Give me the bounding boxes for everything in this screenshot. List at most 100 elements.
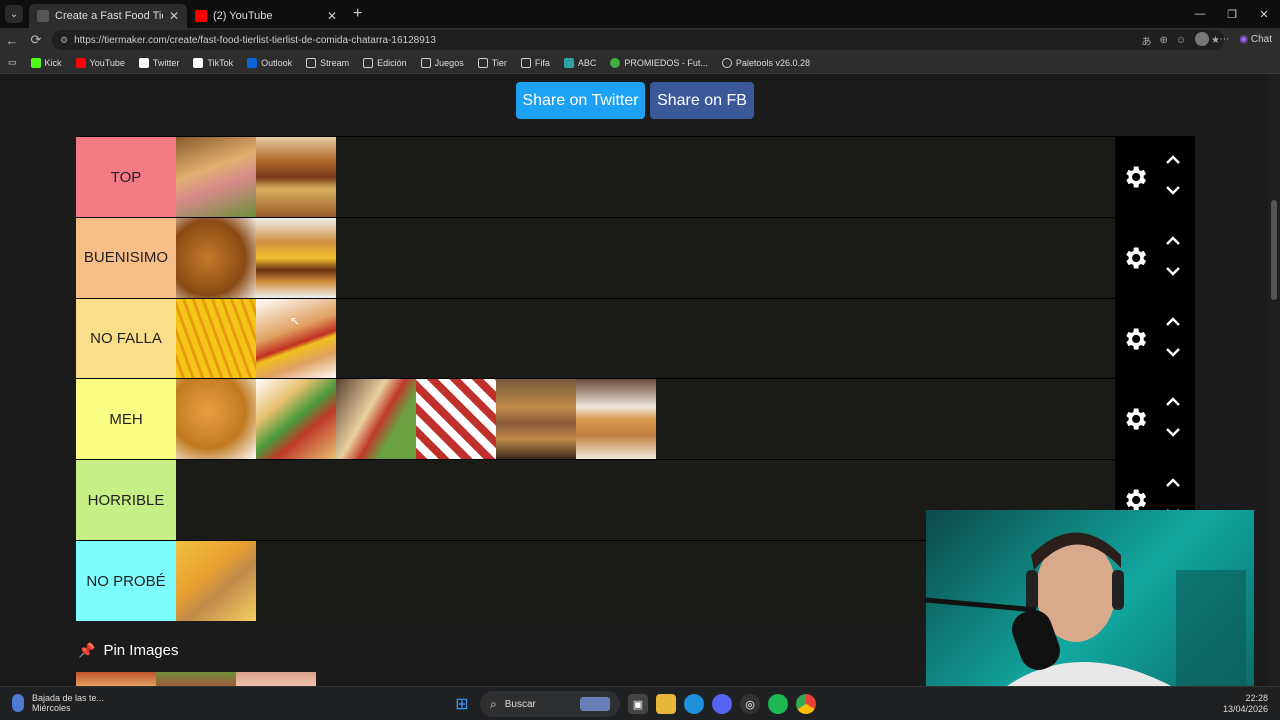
chevron-down-icon[interactable] <box>1163 264 1183 278</box>
gear-icon[interactable] <box>1121 163 1149 191</box>
tier-row: TOP <box>76 136 1195 217</box>
gear-icon[interactable] <box>1121 244 1149 272</box>
tier-label[interactable]: NO FALLA <box>76 298 176 379</box>
chicken-nuggets-image[interactable] <box>176 379 256 460</box>
site-info-icon[interactable]: ⚙ <box>60 35 68 46</box>
pulled-pork-sandwich-image[interactable] <box>496 379 576 460</box>
burger-image[interactable] <box>256 137 336 217</box>
bookmark-folder-fifa[interactable]: Fifa <box>520 57 550 68</box>
maximize-icon[interactable]: ❐ <box>1216 0 1248 28</box>
bookmark-abc[interactable]: ABC <box>563 57 596 68</box>
bookmark-label: Stream <box>320 57 350 68</box>
taskbar-apps: ⊞ ⌕ Buscar ▣ ◎ <box>452 691 816 717</box>
food-image[interactable] <box>236 672 316 686</box>
bookmark-folder-juegos[interactable]: Juegos <box>420 57 464 68</box>
minimize-icon[interactable]: — <box>1184 0 1216 28</box>
tab-actions-menu-icon[interactable]: ⌄ <box>5 5 23 23</box>
spotify-icon[interactable] <box>768 694 788 714</box>
chevron-up-icon[interactable] <box>1163 153 1183 167</box>
share-twitter-button[interactable]: Share on Twitter <box>516 82 645 119</box>
clock-time: 22:28 <box>1245 693 1268 703</box>
bookmark-promiedos[interactable]: PROMIEDOS - Fut... <box>610 57 708 68</box>
tier-label[interactable]: BUENISIMO <box>76 217 176 298</box>
pancakes-image[interactable] <box>576 379 656 460</box>
chevron-up-icon[interactable] <box>1163 395 1183 409</box>
bookmark-label: Twitter <box>152 57 180 68</box>
close-tab-icon[interactable]: ✕ <box>327 9 337 23</box>
file-explorer-icon[interactable] <box>656 694 676 714</box>
discord-icon[interactable] <box>712 694 732 714</box>
chevron-up-icon[interactable] <box>1163 315 1183 329</box>
share-fb-button[interactable]: Share on FB <box>650 82 754 119</box>
chevron-down-icon[interactable] <box>1163 345 1183 359</box>
folder-icon <box>420 57 431 68</box>
folder-icon <box>306 57 317 68</box>
copilot-chat-button[interactable]: ◉ Chat <box>1239 34 1272 45</box>
pin-images-header[interactable]: 📌 Pin Images <box>78 642 178 659</box>
kebab-image[interactable] <box>416 379 496 460</box>
fries-image[interactable] <box>176 298 256 379</box>
scrollbar-thumb[interactable] <box>1271 200 1277 300</box>
chevron-down-icon[interactable] <box>1163 183 1183 197</box>
profile-avatar[interactable] <box>1195 32 1210 46</box>
bookmarks-bar: ▭ Kick YouTube Twitter TikTok Outlook St… <box>0 52 1280 74</box>
windows-start-icon[interactable]: ⊞ <box>452 694 472 714</box>
kick-icon <box>30 57 41 68</box>
edge-icon[interactable] <box>684 694 704 714</box>
tier-label[interactable]: HORRIBLE <box>76 460 176 541</box>
chevron-up-icon[interactable] <box>1163 234 1183 248</box>
url-field[interactable]: ⚙ https://tiermaker.com/create/fast-food… <box>52 30 1224 50</box>
translate-icon[interactable]: あ <box>1141 33 1151 48</box>
folder-icon <box>363 57 374 68</box>
page-scrollbar[interactable] <box>1268 74 1280 686</box>
chevron-down-icon[interactable] <box>1163 425 1183 439</box>
tier-label[interactable]: TOP <box>76 137 176 217</box>
obs-icon[interactable]: ◎ <box>740 694 760 714</box>
sandwich-image[interactable] <box>176 137 256 217</box>
address-bar-row: ← ⟳ ⚙ https://tiermaker.com/create/fast-… <box>0 28 1280 52</box>
new-tab-icon[interactable]: + <box>353 5 362 23</box>
club-sandwich-fries-image[interactable] <box>176 541 256 621</box>
bookmark-youtube[interactable]: YouTube <box>75 57 125 68</box>
chrome-icon[interactable] <box>796 694 816 714</box>
bookmark-kick[interactable]: Kick <box>30 57 62 68</box>
back-icon[interactable]: ← <box>0 33 24 48</box>
burrito-image[interactable] <box>336 379 416 460</box>
tier-label[interactable]: MEH <box>76 379 176 460</box>
bookmark-folder-tier[interactable]: Tier <box>477 57 507 68</box>
bookmark-twitter[interactable]: Twitter <box>138 57 180 68</box>
close-window-icon[interactable]: ✕ <box>1248 0 1280 28</box>
tab-tiermaker[interactable]: Create a Fast Food Tierlist/Tierlist ✕ <box>29 4 187 28</box>
tier-items <box>176 137 336 217</box>
tier-label[interactable]: NO PROBÉ <box>76 541 176 621</box>
salad-image[interactable] <box>156 672 236 686</box>
bookmark-label: PROMIEDOS - Fut... <box>624 57 708 68</box>
pizza-image[interactable] <box>76 672 156 686</box>
bookmark-folder-edicion[interactable]: Edición <box>363 57 407 68</box>
task-view-icon[interactable]: ▣ <box>628 694 648 714</box>
chevron-up-icon[interactable] <box>1163 476 1183 490</box>
hot-dog-image[interactable] <box>256 298 336 379</box>
tacos-image[interactable] <box>256 379 336 460</box>
bookmark-outlook[interactable]: Outlook <box>247 57 292 68</box>
bookmark-tiktok[interactable]: TikTok <box>193 57 233 68</box>
weather-widget[interactable]: Bajada de las te... Miércoles <box>12 693 104 713</box>
fried-chicken-image[interactable] <box>176 217 256 298</box>
reading-list-icon[interactable]: ▭ <box>8 57 17 68</box>
reload-icon[interactable]: ⟳ <box>24 32 48 48</box>
system-clock[interactable]: 22:28 13/04/2026 <box>1223 693 1268 715</box>
bookmark-folder-stream[interactable]: Stream <box>306 57 350 68</box>
taskbar-search[interactable]: ⌕ Buscar <box>480 691 620 717</box>
gear-icon[interactable] <box>1121 405 1149 433</box>
bookmark-paletools[interactable]: Paletools v26.0.28 <box>721 57 810 68</box>
youtube-favicon-icon <box>195 10 207 22</box>
tab-youtube[interactable]: (2) YouTube ✕ <box>187 4 345 28</box>
extensions-icon[interactable]: ☺ <box>1176 35 1186 46</box>
zoom-icon[interactable]: ⊕ <box>1159 35 1167 46</box>
cheeseburger-image[interactable] <box>256 217 336 298</box>
bookmark-label: Fifa <box>534 57 550 68</box>
weather-title: Bajada de las te... <box>32 693 105 703</box>
close-tab-icon[interactable]: ✕ <box>169 9 179 23</box>
gear-icon[interactable] <box>1121 325 1149 353</box>
more-options-icon[interactable]: ⋯ <box>1219 34 1229 45</box>
